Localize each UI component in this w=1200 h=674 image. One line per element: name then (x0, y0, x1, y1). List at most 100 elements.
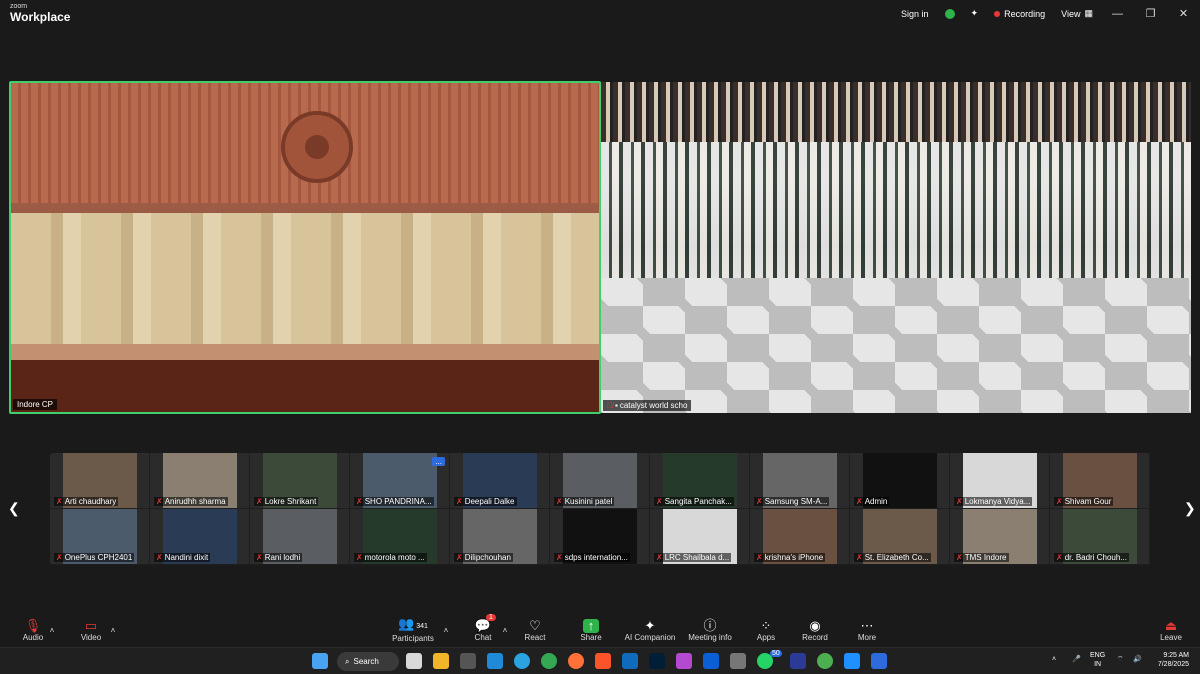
outlook-icon[interactable] (622, 653, 638, 669)
video-people (11, 213, 599, 348)
participant-thumbnail[interactable]: ✗ Lokmanya Vidya... (950, 453, 1050, 509)
participant-thumbnail[interactable]: ✗ dr. Badri Chouh... (1050, 509, 1150, 565)
audio-button[interactable]: 🎙 Audio (18, 613, 48, 647)
chat-options-button[interactable]: ˄ (500, 613, 510, 647)
restore-button[interactable]: ❐ (1134, 0, 1167, 27)
clapper-app-icon[interactable] (460, 653, 476, 669)
record-icon: ◉ (809, 617, 821, 633)
participant-name-label: ✗ Kusinini patel (554, 497, 615, 506)
copilot-icon[interactable] (676, 653, 692, 669)
record-button[interactable]: ◉ Record (800, 613, 830, 647)
participant-thumbnail[interactable]: ✗ TMS Indore (950, 509, 1050, 565)
chevron-right-icon[interactable]: ❯ (1184, 500, 1196, 517)
meeting-info-button[interactable]: ⓘ Meeting info (686, 613, 734, 647)
react-button[interactable]: ♡ React (520, 613, 550, 647)
f-app-icon[interactable] (790, 653, 806, 669)
microphone-tray-icon[interactable]: 🎤 (1072, 655, 1081, 664)
gamepad-icon[interactable] (730, 653, 746, 669)
participant-name: Anirudhh sharma (164, 497, 226, 506)
participant-name: Shivam Gour (1064, 497, 1112, 506)
mic-off-icon: ✗ (356, 497, 363, 506)
participant-thumbnail[interactable]: ✗ Shivam Gour (1050, 453, 1150, 509)
participant-name-label: ✗ Samsung SM-A... (754, 497, 830, 506)
record-dot-icon (994, 10, 1001, 17)
participant-thumbnail[interactable]: ✗ Arti chaudhary (50, 453, 150, 509)
mic-off-icon: ✗ (156, 553, 163, 562)
participant-thumbnail[interactable]: ✗ Kusinini patel (550, 453, 650, 509)
participant-thumbnail[interactable]: ✗ OnePlus CPH2401 (50, 509, 150, 565)
video-label: Video (80, 632, 102, 642)
participant-thumbnail[interactable]: ✗ Anirudhh sharma (150, 453, 250, 509)
security-shield-icon[interactable] (937, 0, 963, 27)
participant-name-label: ✗ SHO PANDRINA... (354, 497, 434, 506)
mic-off-icon: ✗ (756, 497, 763, 506)
language-indicator[interactable]: ENG IN (1090, 651, 1105, 669)
participant-name: dr. Badri Chouh... (1064, 553, 1127, 562)
more-button[interactable]: ⋯ More (853, 613, 881, 647)
video-button[interactable]: ▭ Video (76, 613, 106, 647)
firefox-icon[interactable] (568, 653, 584, 669)
ai-companion-button[interactable]: ✦ AI Companion (624, 613, 676, 647)
participant-thumbnail[interactable]: ✗ St. Elizabeth Co... (850, 509, 950, 565)
clock[interactable]: 9:25 AM 7/28/2025 (1149, 651, 1189, 669)
video-options-button[interactable]: ˄ (108, 613, 118, 647)
sign-in-button[interactable]: Sign in (893, 9, 937, 19)
video-tile-catalyst[interactable]: 🎙̸ ▪ catalyst world scho (601, 82, 1191, 413)
close-window-button[interactable]: ✕ (1167, 0, 1200, 27)
share-button[interactable]: ↑ Share (576, 613, 606, 647)
edge-browser-icon[interactable] (487, 653, 503, 669)
participant-thumbnail[interactable]: ✗ Nandini dixit (150, 509, 250, 565)
participants-label: Participants (392, 634, 434, 643)
download-app-icon[interactable] (817, 653, 833, 669)
brave-icon[interactable] (595, 653, 611, 669)
participants-options-button[interactable]: ˄ (441, 613, 451, 647)
v-app-icon[interactable] (703, 653, 719, 669)
telegram-icon[interactable] (514, 653, 530, 669)
participant-thumbnail[interactable]: ✗ LRC Shailbala d... (650, 509, 750, 565)
taskbar-search[interactable]: ⌕ Search (337, 652, 399, 671)
view-button[interactable]: View ▦ (1053, 0, 1101, 27)
participant-thumbnail[interactable]: ✗ Sangita Panchak... (650, 453, 750, 509)
participant-thumbnail[interactable]: ✗ motorola moto ... (350, 509, 450, 565)
mic-off-icon: ✗ (156, 497, 163, 506)
leave-button[interactable]: ⏏ Leave (1158, 613, 1184, 647)
participant-thumbnail[interactable]: ✗ Rani lodhi (250, 509, 350, 565)
volume-icon[interactable]: 🔊 (1133, 655, 1142, 664)
participant-name-label: ✗ St. Elizabeth Co... (854, 553, 931, 562)
apps-button[interactable]: ⁘ Apps (752, 613, 780, 647)
participant-thumbnail[interactable]: ✗ sdps internation... (550, 509, 650, 565)
participant-thumbnail[interactable]: ✗ Lokre Shrikant (250, 453, 350, 509)
participant-thumbnail[interactable]: ✗ Admin (850, 453, 950, 509)
video-tile-indore-cp[interactable]: Indore CP (9, 81, 601, 414)
calendar-app-icon[interactable] (406, 653, 422, 669)
audio-options-button[interactable]: ˄ (47, 613, 57, 647)
zoom-taskbar-icon[interactable] (871, 653, 887, 669)
leave-label: Leave (1160, 632, 1182, 642)
chevron-up-icon: ˄ (443, 625, 449, 635)
file-explorer-icon[interactable] (433, 653, 449, 669)
participant-name-label: ✗ krishna's iPhone (754, 553, 826, 562)
participant-thumbnail[interactable]: ✗ Dilipchouhan (450, 509, 550, 565)
mic-off-icon: ✗ (856, 497, 863, 506)
participants-button[interactable]: 👥 341 Participants (390, 613, 436, 647)
photoshop-icon[interactable] (649, 653, 665, 669)
windows-start-icon[interactable] (312, 653, 328, 669)
region-code: IN (1094, 661, 1102, 668)
recording-indicator[interactable]: Recording (986, 0, 1053, 27)
participant-thumbnail[interactable]: ✗ SHO PANDRINA...... (350, 453, 450, 509)
participant-name: Dilipchouhan (464, 553, 511, 562)
sparkle-icon[interactable]: ✦ (963, 0, 987, 27)
logo-small-text: zoom (10, 3, 28, 10)
mic-off-icon: ✗ (456, 553, 463, 562)
wifi-icon[interactable]: ⌔ (1117, 655, 1124, 664)
participant-thumbnail[interactable]: ✗ krishna's iPhone (750, 509, 850, 565)
chevron-left-icon[interactable]: ❮ (8, 500, 20, 517)
minimize-button[interactable]: — (1101, 0, 1134, 27)
participant-thumbnail[interactable]: ✗ Samsung SM-A... (750, 453, 850, 509)
logo-big-text: Workplace (10, 10, 71, 24)
store-icon[interactable] (844, 653, 860, 669)
chrome-icon[interactable] (541, 653, 557, 669)
chevron-up-icon[interactable]: ˄ (1052, 655, 1056, 664)
more-options-badge[interactable]: ... (432, 457, 445, 466)
participant-thumbnail[interactable]: ✗ Deepali Dalke (450, 453, 550, 509)
